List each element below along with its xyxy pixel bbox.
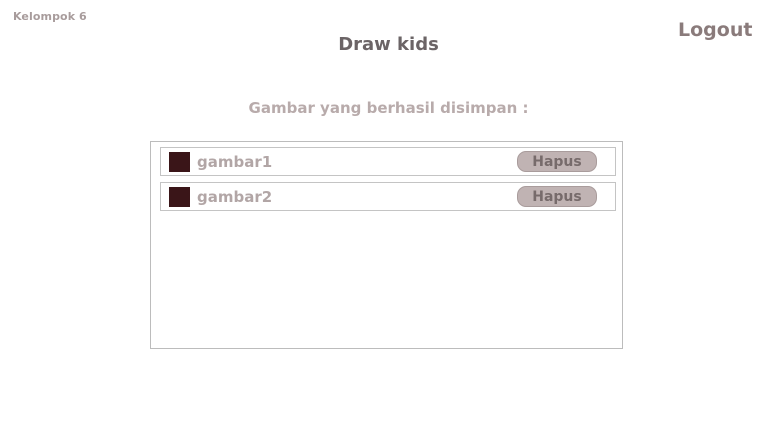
delete-button[interactable]: Hapus [517,151,597,172]
drawing-thumbnail [169,152,190,172]
drawing-thumbnail [169,187,190,207]
drawing-name: gambar1 [197,153,273,171]
saved-drawings-heading: Gambar yang berhasil disimpan : [248,99,529,117]
list-item: gambar2 Hapus [160,182,616,211]
drawing-name: gambar2 [197,188,273,206]
group-label: Kelompok 6 [13,10,87,23]
delete-button[interactable]: Hapus [517,186,597,207]
list-item: gambar1 Hapus [160,147,616,176]
saved-drawings-list: gambar1 Hapus gambar2 Hapus [150,141,623,349]
page-title: Draw kids [338,34,439,55]
